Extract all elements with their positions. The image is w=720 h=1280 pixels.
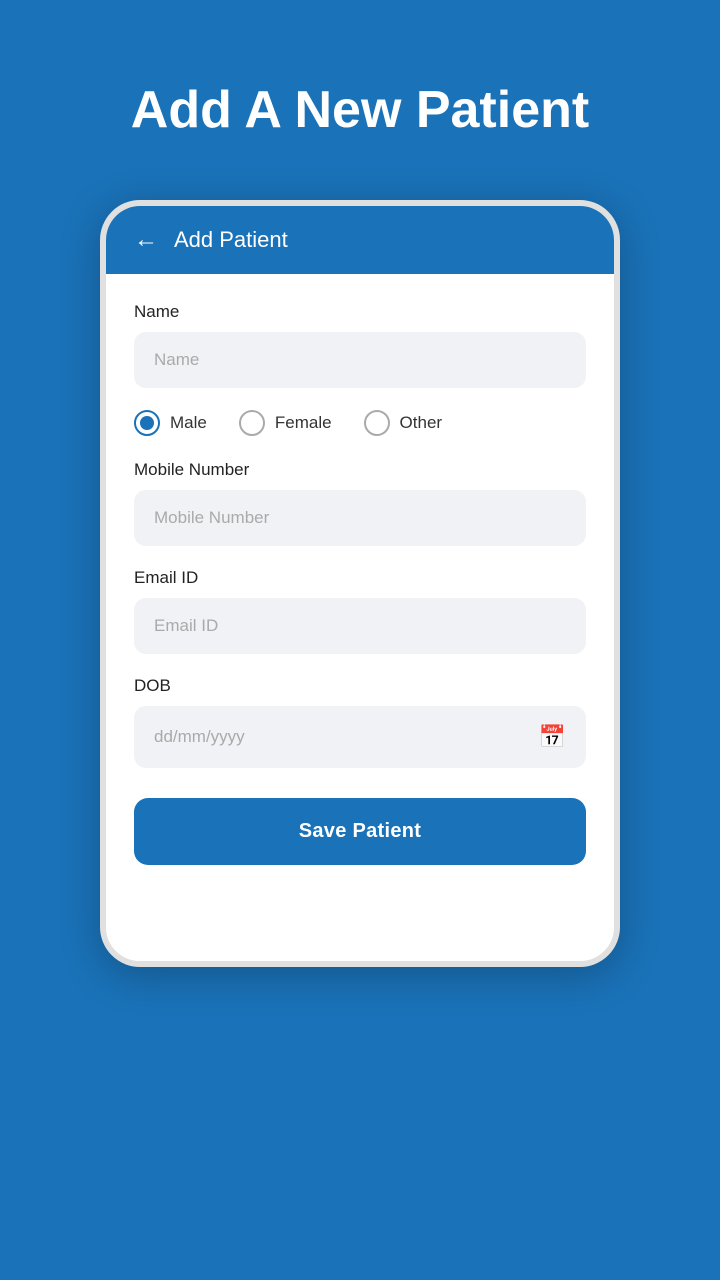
app-header: ← Add Patient <box>106 206 614 274</box>
gender-radio-group: Male Female Other <box>134 410 586 436</box>
name-label: Name <box>134 302 586 322</box>
calendar-icon: 📅 <box>539 724 566 750</box>
dob-input[interactable]: dd/mm/yyyy 📅 <box>134 706 586 768</box>
name-input[interactable] <box>134 332 586 388</box>
phone-frame: ← Add Patient Name Male Female Other Mob… <box>100 200 620 967</box>
form-body: Name Male Female Other Mobile Number Ema… <box>106 274 614 901</box>
radio-female[interactable] <box>239 410 265 436</box>
mobile-input[interactable] <box>134 490 586 546</box>
header-title: Add Patient <box>174 227 288 253</box>
page-title: Add A New Patient <box>131 80 589 140</box>
email-label: Email ID <box>134 568 586 588</box>
back-button[interactable]: ← <box>134 226 158 254</box>
radio-other-label: Other <box>400 413 443 433</box>
radio-female-label: Female <box>275 413 332 433</box>
mobile-label: Mobile Number <box>134 460 586 480</box>
dob-placeholder: dd/mm/yyyy <box>154 727 245 747</box>
radio-other[interactable] <box>364 410 390 436</box>
gender-option-female[interactable]: Female <box>239 410 332 436</box>
gender-option-other[interactable]: Other <box>364 410 443 436</box>
radio-male[interactable] <box>134 410 160 436</box>
phone-bottom-space <box>106 901 614 961</box>
gender-option-male[interactable]: Male <box>134 410 207 436</box>
dob-label: DOB <box>134 676 586 696</box>
save-patient-button[interactable]: Save Patient <box>134 798 586 865</box>
radio-male-label: Male <box>170 413 207 433</box>
email-input[interactable] <box>134 598 586 654</box>
